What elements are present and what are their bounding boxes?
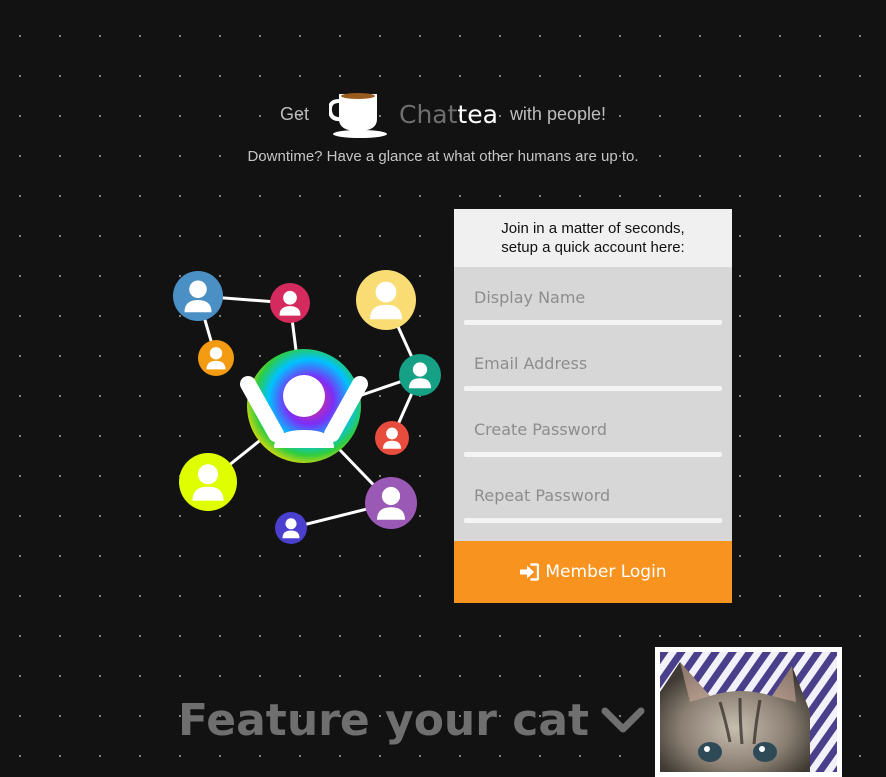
- display-name-input[interactable]: [464, 277, 722, 317]
- repeat-password-input[interactable]: [464, 475, 722, 515]
- repeat-password-underline: [464, 518, 722, 523]
- feature-your-cat-label: Feature your cat: [178, 694, 590, 746]
- hero-tagline: Get Chattea with people!: [0, 86, 886, 142]
- signup-card: Join in a matter of seconds, setup a qui…: [454, 209, 732, 603]
- user-node-pink: [270, 283, 310, 323]
- page-subtitle: Downtime? Have a glance at what other hu…: [247, 148, 639, 165]
- email-underline: [464, 386, 722, 391]
- kitten-image: [660, 652, 837, 772]
- hero-get-text: Get: [279, 103, 309, 124]
- hub-node: [240, 349, 368, 463]
- create-password-input[interactable]: [464, 409, 722, 449]
- user-node-red: [375, 421, 409, 455]
- email-field: [454, 333, 732, 399]
- user-node-teal: [399, 354, 441, 396]
- cat-photo[interactable]: [655, 647, 842, 777]
- email-input[interactable]: [464, 343, 722, 383]
- user-node-indigo: [275, 512, 307, 544]
- hero-tail-text: with people!: [509, 103, 607, 124]
- user-node-blue: [173, 271, 223, 321]
- sign-in-icon: [520, 563, 540, 581]
- signup-heading-line1: Join in a matter of seconds,: [501, 220, 685, 237]
- signup-heading-line2: setup a quick account here:: [501, 239, 685, 256]
- people-network-illustration: [173, 270, 441, 544]
- brand-name: Chattea: [399, 100, 498, 129]
- brand-chat: Chat: [398, 99, 458, 129]
- coffee-cup-icon: [328, 93, 387, 138]
- brand-tea: tea: [457, 99, 498, 129]
- feature-your-cat-toggle[interactable]: Feature your cat: [178, 690, 645, 750]
- chevron-down-icon: [601, 707, 645, 733]
- user-node-lime: [179, 453, 237, 511]
- member-login-label: Member Login: [545, 562, 667, 582]
- display-name-underline: [464, 320, 722, 325]
- create-password-underline: [464, 452, 722, 457]
- user-node-orange: [198, 340, 234, 376]
- signup-heading: Join in a matter of seconds, setup a qui…: [454, 209, 732, 267]
- user-node-yellow: [356, 270, 416, 330]
- repeat-password-field: [454, 465, 732, 531]
- create-password-field: [454, 399, 732, 465]
- display-name-field: [454, 267, 732, 333]
- user-node-purple: [365, 477, 417, 529]
- member-login-button[interactable]: Member Login: [454, 541, 732, 603]
